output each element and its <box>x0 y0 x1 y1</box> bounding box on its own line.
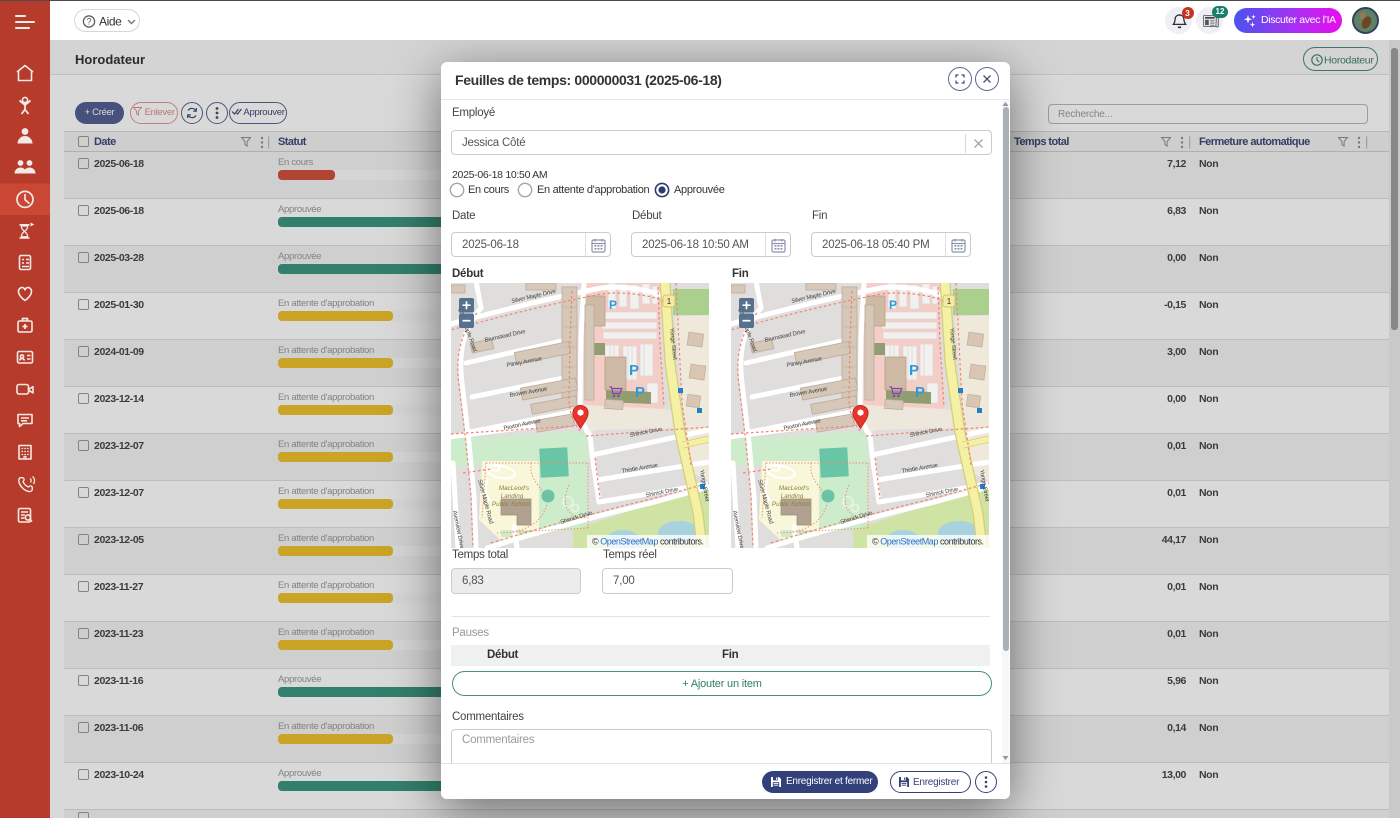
svg-text:?: ? <box>86 17 91 27</box>
svg-text:Aide: Aide <box>99 15 122 29</box>
